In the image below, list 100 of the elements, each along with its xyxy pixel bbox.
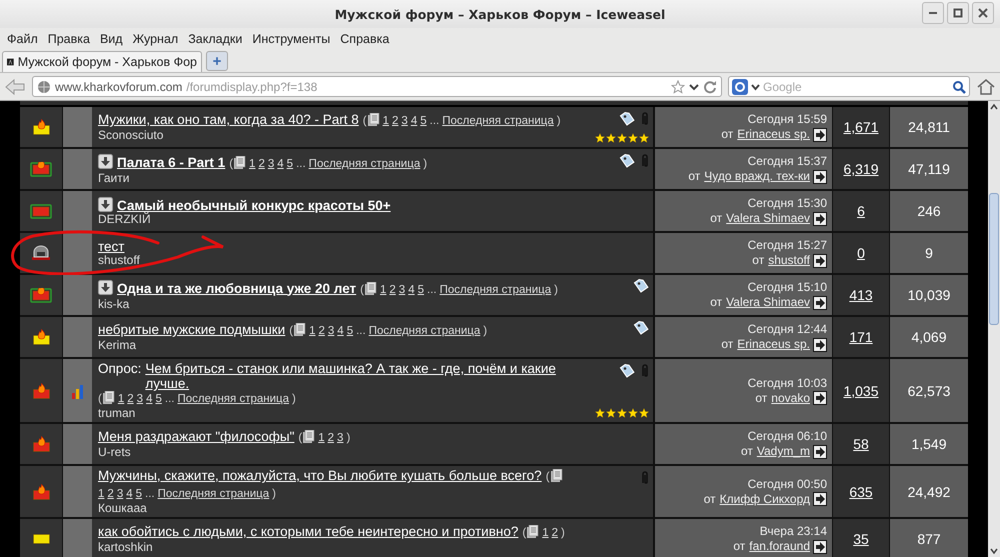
go-to-post-icon[interactable] (813, 540, 827, 554)
last-page-link[interactable]: Последняя страница (177, 393, 290, 405)
page-link[interactable]: 1 (542, 527, 549, 539)
maximize-button[interactable] (947, 2, 969, 24)
minimize-button[interactable] (922, 2, 944, 24)
replies-count-link[interactable]: 171 (849, 329, 873, 345)
page-link[interactable]: 1 (249, 158, 256, 170)
page-link[interactable]: 4 (408, 284, 415, 296)
page-link[interactable]: 2 (258, 158, 265, 170)
last-poster-link[interactable]: shustoff (768, 253, 810, 268)
page-link[interactable]: 3 (401, 115, 408, 127)
go-to-post-icon[interactable] (813, 212, 827, 226)
page-link[interactable]: 2 (392, 115, 398, 127)
page-link[interactable]: 4 (337, 325, 344, 337)
thread-author[interactable]: DERZKIЙ (98, 212, 391, 226)
thread-author[interactable]: Sconosciuto (98, 129, 561, 142)
go-to-post-icon[interactable] (813, 128, 827, 142)
replies-count-link[interactable]: 58 (853, 436, 869, 452)
page-link[interactable]: 3 (398, 284, 406, 296)
page-link[interactable]: 3 (268, 158, 274, 170)
page-link[interactable]: 1 (118, 393, 124, 405)
new-tab-button[interactable]: + (206, 51, 228, 71)
page-link[interactable]: 1 (380, 284, 386, 296)
page-link[interactable]: 1 (382, 115, 389, 127)
page-link[interactable]: 2 (127, 393, 134, 405)
go-to-post-icon[interactable] (813, 391, 827, 405)
thread-title-link[interactable]: Мужчины, скажите, пожалуйста, что Вы любите кушать больше всего? (98, 468, 542, 483)
thread-author[interactable]: U-rets (98, 446, 350, 459)
page-link[interactable]: 1 (309, 325, 316, 337)
last-poster-link[interactable]: Valera Shimaev (726, 211, 810, 226)
thread-title-link[interactable]: Меня раздражают "философы" (98, 429, 294, 444)
page-link[interactable]: 3 (116, 488, 124, 500)
last-poster-link[interactable]: Vadym_m (756, 444, 810, 459)
go-to-post-icon[interactable] (813, 296, 827, 310)
last-poster-link[interactable]: Valera Shimaev (726, 295, 810, 310)
page-link[interactable]: 3 (328, 325, 334, 337)
page-link[interactable]: 1 (318, 432, 325, 444)
menu-item[interactable]: Закладки (183, 32, 248, 46)
thread-author[interactable]: Кошкааа (98, 502, 598, 515)
last-poster-link[interactable]: novako (771, 390, 810, 406)
page-link[interactable]: 2 (389, 284, 396, 296)
page-link[interactable]: 2 (107, 488, 114, 500)
search-field[interactable]: Google (728, 76, 970, 97)
page-link[interactable]: 5 (155, 393, 162, 405)
scrollbar[interactable] (988, 101, 1000, 557)
thread-author[interactable]: kartoshkin (98, 541, 565, 554)
thread-title-link[interactable]: тест (98, 239, 124, 254)
last-poster-link[interactable]: fan.foraund (749, 539, 810, 554)
menu-item[interactable]: Инструменты (247, 32, 336, 46)
go-to-post-icon[interactable] (813, 254, 827, 268)
page-link[interactable]: 2 (318, 325, 325, 337)
page-link[interactable]: 4 (410, 115, 418, 127)
replies-count-link[interactable]: 6 (857, 203, 865, 219)
thread-title-link[interactable]: небритые мужские подмышки (98, 322, 286, 337)
last-page-link[interactable]: Последняя страница (440, 284, 552, 296)
page-link[interactable]: 5 (136, 488, 142, 500)
page-link[interactable]: 4 (146, 393, 152, 405)
page-link[interactable]: 2 (328, 432, 334, 444)
go-to-post-icon[interactable] (813, 338, 827, 352)
thread-author[interactable]: truman (98, 407, 586, 420)
thread-author[interactable]: kis-ka (98, 298, 558, 310)
menu-item[interactable]: Файл (2, 32, 43, 46)
search-icon[interactable] (952, 80, 966, 94)
menu-item[interactable]: Правка (42, 32, 95, 46)
thread-title-link[interactable]: Палата 6 - Part 1 (117, 154, 226, 170)
go-to-post-icon[interactable] (813, 170, 827, 184)
page-link[interactable]: 1 (98, 488, 104, 500)
last-poster-link[interactable]: Erinaceus sp. (737, 337, 810, 352)
page-link[interactable]: 3 (337, 432, 344, 444)
address-field[interactable]: www.kharkovforum.com /forumdisplay.php?f=138 (32, 76, 722, 97)
thread-author[interactable]: shustoff (98, 254, 140, 267)
thread-author[interactable]: Kerima (98, 339, 488, 352)
last-page-link[interactable]: Последняя страница (308, 158, 420, 170)
page-link[interactable]: 2 (552, 527, 558, 539)
thread-title-link[interactable]: как обойтись с людьми, с которыми тебе неинтересно и противно? (98, 524, 518, 539)
last-page-link[interactable]: Последняя страница (442, 115, 554, 127)
last-page-link[interactable]: Последняя страница (368, 325, 480, 337)
menu-item[interactable]: Журнал (128, 32, 184, 46)
close-button[interactable] (972, 2, 994, 24)
menu-item[interactable]: Справка (335, 32, 394, 46)
go-to-post-icon[interactable] (813, 444, 827, 458)
last-poster-link[interactable]: Клифф Сикхорд (720, 492, 810, 506)
page-link[interactable]: 5 (418, 284, 424, 296)
replies-count-link[interactable]: 0 (857, 245, 865, 261)
page-link[interactable]: 5 (420, 115, 427, 127)
star-icon[interactable] (671, 80, 685, 94)
thread-title-link[interactable]: Чем бриться - станок или машинка? А так же - где, почём и какие лучше. (145, 361, 586, 391)
replies-count-link[interactable]: 413 (849, 287, 873, 303)
browser-tab[interactable]: Мужской форум - Харьков Фор (2, 51, 202, 72)
replies-count-link[interactable]: 1,035 (843, 382, 879, 398)
menu-item[interactable]: Вид (94, 32, 128, 46)
page-link[interactable]: 4 (277, 158, 284, 170)
thread-title-link[interactable]: Мужики, как оно там, когда за 40? - Part 8 (98, 112, 359, 127)
replies-count-link[interactable]: 635 (849, 484, 873, 500)
last-poster-link[interactable]: Erinaceus sp. (737, 127, 810, 142)
page-link[interactable]: 4 (126, 488, 133, 500)
scrollbar-thumb[interactable] (989, 193, 999, 325)
go-to-post-icon[interactable] (813, 492, 827, 506)
page-link[interactable]: 5 (286, 158, 294, 170)
last-poster-link[interactable]: Чудо вражд. тех-ки (704, 169, 810, 184)
